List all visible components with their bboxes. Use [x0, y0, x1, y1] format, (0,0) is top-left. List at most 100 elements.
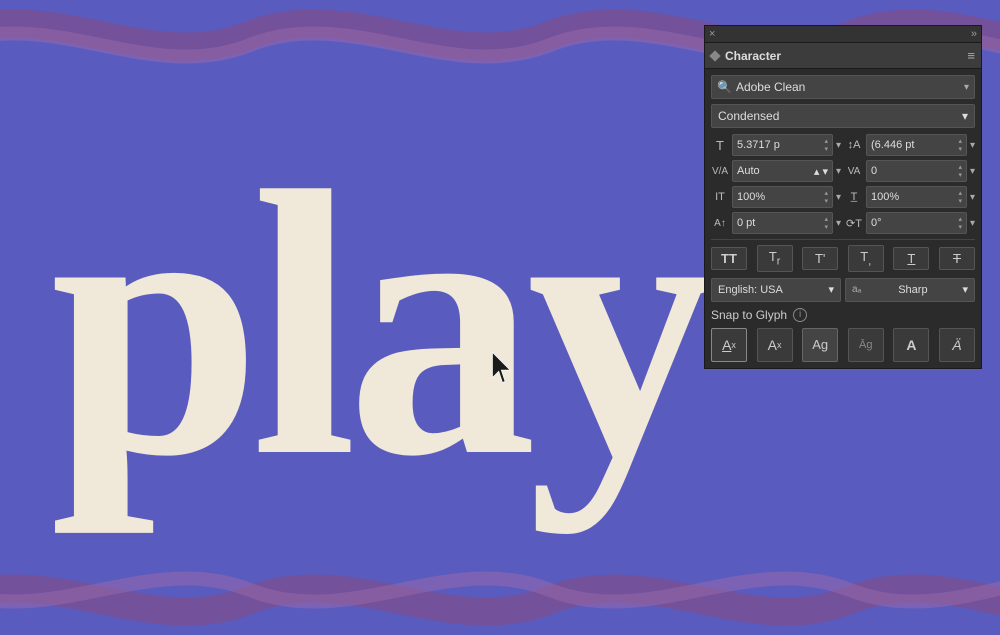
panel-top-bar: × »: [705, 26, 981, 43]
h-scale-group: T̲ 100% ▴ ▾ ▾: [845, 186, 975, 208]
snap-info-icon[interactable]: i: [793, 308, 807, 322]
leading-unit-arrow[interactable]: ▾: [970, 140, 975, 151]
glyph-buttons-row: Ax Ax Ag Āg A Ä: [711, 328, 975, 362]
font-size-value: 5.3717 p: [737, 139, 780, 151]
lang-antialias-row: English: USA ▾ aₐ Sharp ▾: [711, 278, 975, 302]
tracking-down-arrow[interactable]: ▾: [958, 172, 962, 179]
kerning-value: Auto: [737, 165, 760, 177]
superscript-button[interactable]: T': [802, 247, 838, 270]
baseline-up-arrow[interactable]: ▴: [824, 216, 828, 223]
v-scale-down-arrow[interactable]: ▾: [824, 198, 828, 205]
underline-button[interactable]: T: [893, 247, 929, 270]
font-search-row[interactable]: 🔍 ▾: [711, 75, 975, 99]
rotation-icon: ⟳T: [845, 217, 863, 230]
panel-diamond-icon: [709, 50, 720, 61]
subscript-button[interactable]: T,: [848, 245, 884, 272]
font-size-icon: T: [711, 138, 729, 153]
tracking-value: 0: [871, 165, 877, 177]
collapse-icon[interactable]: »: [971, 28, 977, 40]
pen-cursor-icon: [490, 350, 520, 385]
leading-down-arrow[interactable]: ▾: [958, 146, 962, 153]
antialiasing-dropdown[interactable]: aₐ Sharp ▾: [845, 278, 975, 302]
size-leading-row: T 5.3717 p ▴ ▾ ▾ ↕A (6.446 pt ▴ ▾: [711, 134, 975, 156]
type-style-buttons-row: TT Tr T' T, T T: [711, 245, 975, 272]
size-up-arrow[interactable]: ▴: [824, 138, 828, 145]
rotation-value: 0°: [871, 217, 882, 229]
v-scale-unit-arrow[interactable]: ▾: [836, 192, 841, 203]
font-name-input[interactable]: [736, 80, 964, 94]
tracking-field[interactable]: 0 ▴ ▾: [866, 160, 967, 182]
h-scale-up-arrow[interactable]: ▴: [958, 190, 962, 197]
baseline-icon: A↑: [711, 218, 729, 229]
panel-body: 🔍 ▾ Condensed ▾ T 5.3717 p ▴ ▾ ▾: [705, 69, 981, 368]
small-caps-button[interactable]: Tr: [757, 245, 793, 272]
antialias-prefix: aₐ: [852, 284, 861, 295]
v-scale-group: IT 100% ▴ ▾ ▾: [711, 186, 841, 208]
antialias-dropdown-arrow: ▾: [962, 283, 968, 296]
scale-row: IT 100% ▴ ▾ ▾ T̲ 100% ▴ ▾: [711, 186, 975, 208]
tracking-unit-arrow[interactable]: ▾: [970, 166, 975, 177]
glyph-btn-6[interactable]: Ä: [939, 328, 975, 362]
font-size-group: T 5.3717 p ▴ ▾ ▾: [711, 134, 841, 156]
v-scale-value: 100%: [737, 191, 765, 203]
baseline-field[interactable]: 0 pt ▴ ▾: [732, 212, 833, 234]
font-size-field[interactable]: 5.3717 p ▴ ▾: [732, 134, 833, 156]
panel-titlebar: Character ≡: [705, 43, 981, 69]
baseline-value: 0 pt: [737, 217, 755, 229]
kerning-down-arrow[interactable]: ▾: [822, 166, 828, 178]
snap-to-glyph-row: Snap to Glyph i: [711, 308, 975, 322]
kerning-icon: V/A: [711, 166, 729, 177]
antialiasing-value: Sharp: [898, 284, 927, 296]
panel-menu-button[interactable]: ≡: [967, 48, 975, 63]
h-scale-down-arrow[interactable]: ▾: [958, 198, 962, 205]
style-dropdown-arrow: ▾: [962, 109, 968, 123]
search-icon: 🔍: [717, 80, 732, 94]
rotation-unit-arrow[interactable]: ▾: [970, 218, 975, 229]
language-dropdown-arrow: ▾: [828, 283, 834, 296]
style-dropdown[interactable]: Condensed ▾: [711, 104, 975, 128]
kerning-up-arrow[interactable]: ▴: [814, 166, 820, 178]
baseline-down-arrow[interactable]: ▾: [824, 224, 828, 231]
kerning-unit-arrow[interactable]: ▾: [836, 166, 841, 177]
play-text: play: [50, 162, 707, 485]
h-scale-icon: T̲: [845, 191, 863, 203]
leading-field[interactable]: (6.446 pt ▴ ▾: [866, 134, 967, 156]
all-caps-button[interactable]: TT: [711, 247, 747, 270]
glyph-btn-2[interactable]: Ax: [757, 328, 793, 362]
tracking-up-arrow[interactable]: ▴: [958, 164, 962, 171]
divider-1: [711, 239, 975, 240]
snap-to-glyph-label: Snap to Glyph: [711, 308, 787, 322]
baseline-rotation-row: A↑ 0 pt ▴ ▾ ▾ ⟳T 0° ▴ ▾: [711, 212, 975, 234]
rotation-down-arrow[interactable]: ▾: [958, 224, 962, 231]
kerning-tracking-row: V/A Auto ▴ ▾ ▾ VA 0 ▴ ▾: [711, 160, 975, 182]
glyph-btn-4[interactable]: Āg: [848, 328, 884, 362]
h-scale-value: 100%: [871, 191, 899, 203]
size-down-arrow[interactable]: ▾: [824, 146, 828, 153]
baseline-group: A↑ 0 pt ▴ ▾ ▾: [711, 212, 841, 234]
glyph-btn-3[interactable]: Ag: [802, 328, 838, 362]
glyph-btn-1[interactable]: Ax: [711, 328, 747, 362]
wavy-line-bottom: [0, 555, 1000, 635]
kerning-field[interactable]: Auto ▴ ▾: [732, 160, 833, 182]
tracking-group: VA 0 ▴ ▾ ▾: [845, 160, 975, 182]
baseline-unit-arrow[interactable]: ▾: [836, 218, 841, 229]
v-scale-field[interactable]: 100% ▴ ▾: [732, 186, 833, 208]
tracking-icon: VA: [845, 166, 863, 177]
glyph-btn-5[interactable]: A: [893, 328, 929, 362]
h-scale-unit-arrow[interactable]: ▾: [970, 192, 975, 203]
style-value: Condensed: [718, 109, 779, 123]
leading-up-arrow[interactable]: ▴: [958, 138, 962, 145]
rotation-up-arrow[interactable]: ▴: [958, 216, 962, 223]
v-scale-up-arrow[interactable]: ▴: [824, 190, 828, 197]
rotation-group: ⟳T 0° ▴ ▾ ▾: [845, 212, 975, 234]
rotation-field[interactable]: 0° ▴ ▾: [866, 212, 967, 234]
leading-value: (6.446 pt: [871, 139, 914, 151]
panel-title: Character: [725, 49, 781, 63]
close-icon[interactable]: ×: [709, 28, 715, 40]
h-scale-field[interactable]: 100% ▴ ▾: [866, 186, 967, 208]
leading-icon: ↕A: [845, 139, 863, 151]
language-dropdown[interactable]: English: USA ▾: [711, 278, 841, 302]
size-unit-arrow[interactable]: ▾: [836, 140, 841, 151]
kerning-group: V/A Auto ▴ ▾ ▾: [711, 160, 841, 182]
strikethrough-button[interactable]: T: [939, 247, 975, 270]
